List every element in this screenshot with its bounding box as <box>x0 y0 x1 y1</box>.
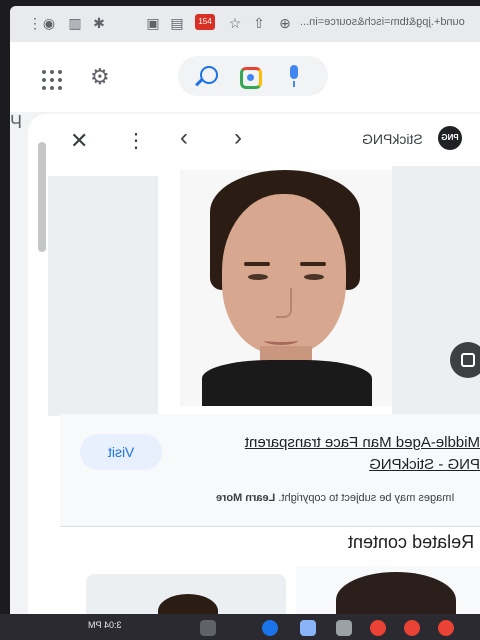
related-content-heading: Related content <box>348 532 475 552</box>
extensions-icon[interactable]: ✱ <box>90 14 108 32</box>
gallery-thumbnail[interactable] <box>392 166 480 416</box>
image-brow <box>300 262 326 266</box>
copyright-text: Images may be subject to copyright. <box>278 492 455 504</box>
chevron-left-icon[interactable]: ‹ <box>180 124 188 152</box>
copyright-notice: Images may be subject to copyright. Lear… <box>216 492 454 504</box>
image-nose <box>276 288 292 318</box>
image-preview-panel: ✕ ⋮ ‹ › StickPNG PNG Visit Middle-Aged M… <box>28 114 480 626</box>
chrome-icon[interactable] <box>438 620 454 636</box>
apps-grid-icon[interactable] <box>42 70 62 90</box>
chrome-icon[interactable] <box>370 620 386 636</box>
google-header: Ч ⚙ <box>10 42 480 132</box>
taskbar-app-icon[interactable] <box>300 620 316 636</box>
more-vert-icon[interactable]: ⋮ <box>126 128 146 153</box>
image-shirt <box>202 360 372 406</box>
taskbar-app-icon[interactable] <box>262 620 278 636</box>
source-name[interactable]: StickPNG <box>362 131 423 147</box>
camera-icon[interactable]: ▣ <box>144 14 162 32</box>
notification-badge[interactable]: 154 <box>195 14 215 30</box>
browser-window: ⋮ ◉ ▥ ✱ ▣ ▤ 154 ☆ ⇧ ⊕ ound+.jpg&tbm=isch… <box>10 6 480 626</box>
sidebar-icon[interactable]: ▥ <box>66 14 84 32</box>
tab-icon[interactable]: ▤ <box>168 14 186 32</box>
visit-button[interactable]: Visit <box>80 434 162 470</box>
image-mouth <box>264 336 298 345</box>
lens-search-button[interactable] <box>450 342 480 378</box>
zoom-icon[interactable]: ⊕ <box>276 14 294 32</box>
share-icon[interactable]: ⇧ <box>250 14 268 32</box>
gallery-thumbnail[interactable] <box>48 176 158 416</box>
taskbar: 3:04 PM <box>0 614 480 640</box>
google-lens-icon[interactable] <box>240 67 262 89</box>
taskbar-app-icon[interactable] <box>200 620 216 636</box>
image-info-card: Visit Middle-Aged Man Face transparent P… <box>60 414 480 526</box>
learn-more-link[interactable]: Learn More <box>216 492 275 504</box>
taskbar-app-icon[interactable] <box>336 620 352 636</box>
image-title-link[interactable]: Middle-Aged Man Face transparent <box>188 434 480 451</box>
search-box[interactable] <box>178 56 328 96</box>
preview-image[interactable] <box>180 170 392 406</box>
address-bar-url[interactable]: ound+.jpg&tbm=isch&source=in... <box>300 16 465 28</box>
gear-icon[interactable]: ⚙ <box>90 64 110 90</box>
partial-logo: Ч <box>10 112 22 132</box>
panel-header: ✕ ⋮ ‹ › StickPNG PNG <box>28 114 480 166</box>
mic-icon[interactable] <box>290 65 298 87</box>
search-icon[interactable] <box>200 66 218 84</box>
image-title-link[interactable]: PNG - StickPNG <box>244 456 480 473</box>
star-icon[interactable]: ☆ <box>226 14 244 32</box>
image-brow <box>244 262 270 266</box>
image-face <box>222 194 346 354</box>
taskbar-clock: 3:04 PM <box>88 620 122 630</box>
image-eye <box>248 274 268 280</box>
image-eye <box>304 274 324 280</box>
scrollbar[interactable] <box>38 142 46 252</box>
close-icon[interactable]: ✕ <box>70 128 88 154</box>
visit-button-label: Visit <box>107 444 135 460</box>
chevron-right-icon[interactable]: › <box>234 124 242 152</box>
source-logo: PNG <box>438 126 462 150</box>
browser-toolbar: ⋮ ◉ ▥ ✱ ▣ ▤ 154 ☆ ⇧ ⊕ ound+.jpg&tbm=isch… <box>10 6 480 42</box>
divider <box>60 526 480 527</box>
profile-avatar[interactable]: ◉ <box>40 14 58 32</box>
chrome-icon[interactable] <box>404 620 420 636</box>
